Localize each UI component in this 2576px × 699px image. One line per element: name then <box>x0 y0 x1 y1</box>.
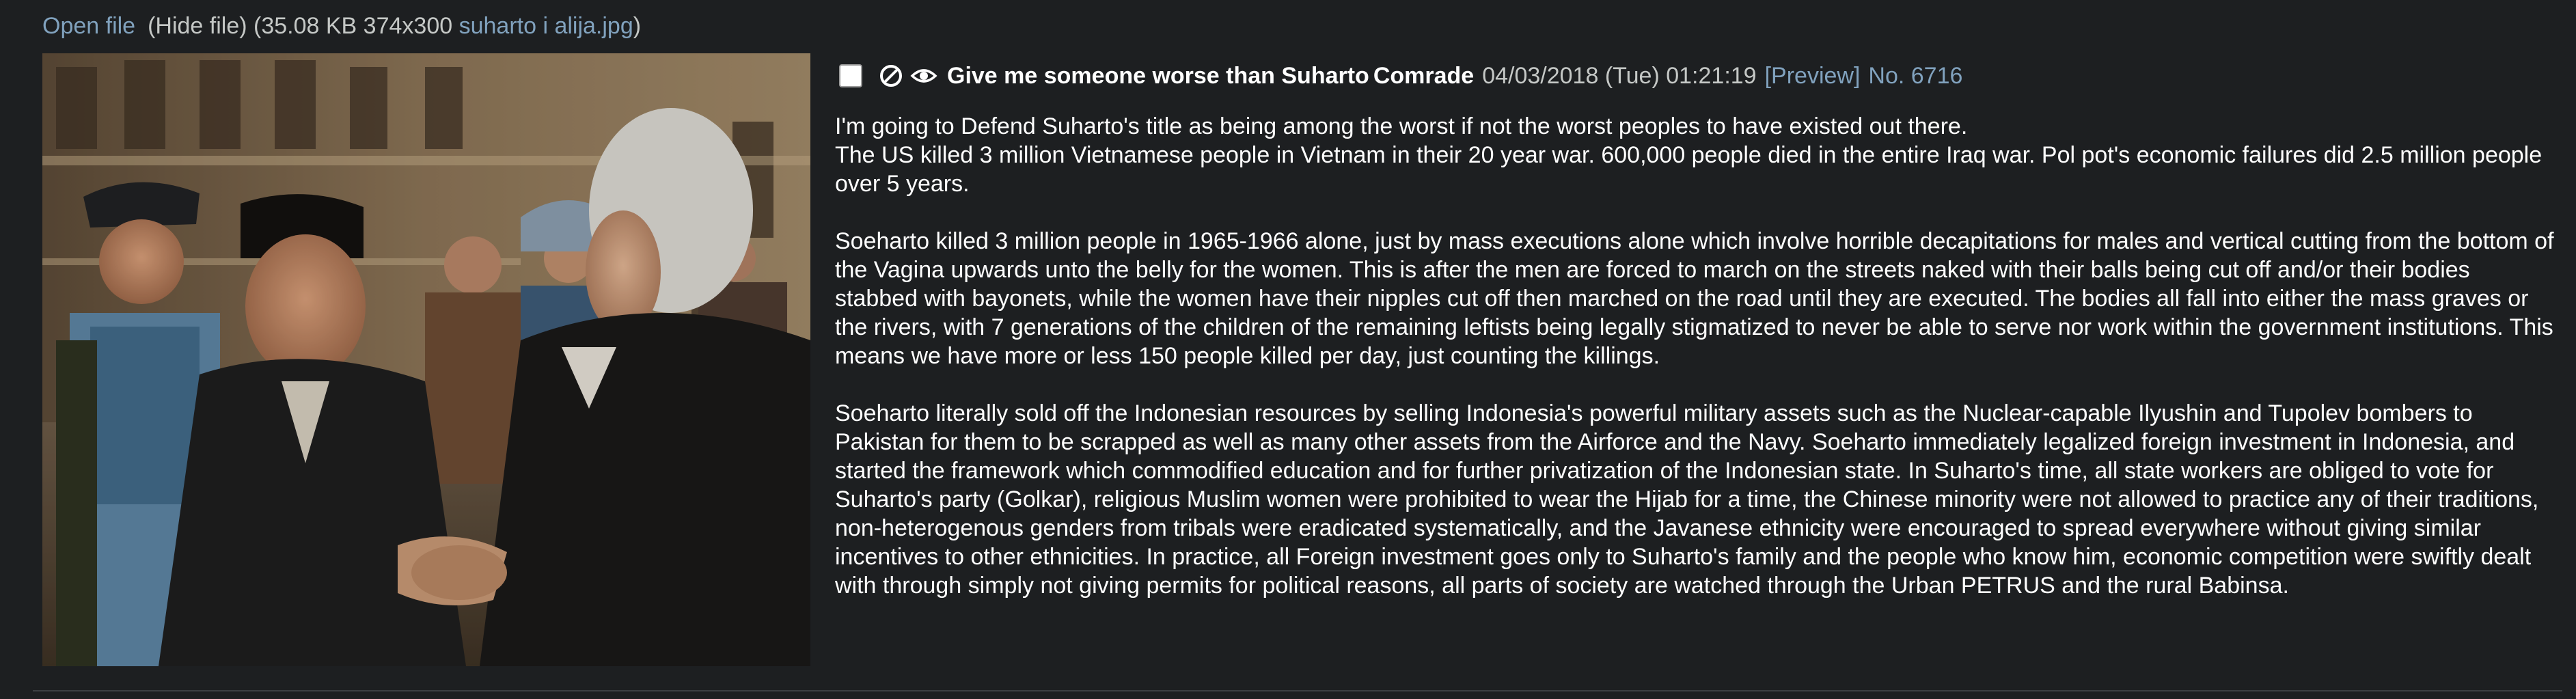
post-paragraph-1: I'm going to Defend Suharto's title as b… <box>835 113 2543 197</box>
post-paragraph-3: Soeharto literally sold off the Indonesi… <box>835 400 2539 599</box>
post-paragraph-2: Soeharto killed 3 million people in 1965… <box>835 228 2554 369</box>
photo-handshake <box>42 53 810 666</box>
file-meta: (35.08 KB 374x300 <box>254 13 453 39</box>
preview-link[interactable]: [Preview] <box>1765 57 1861 94</box>
open-file-link[interactable]: Open file <box>42 13 135 39</box>
post-subject: Give me someone worse than Suharto <box>947 63 1369 89</box>
post-image-thumbnail[interactable] <box>42 53 810 666</box>
post-body: I'm going to Defend Suharto's title as b… <box>835 112 2557 629</box>
file-info-bar: Open file (Hide file) (35.08 KB 374x300 s… <box>42 8 641 44</box>
post-number-link[interactable]: No. 6716 <box>1868 57 1962 94</box>
hide-icon[interactable] <box>877 62 905 90</box>
file-meta-close: ) <box>633 13 642 39</box>
post-select-checkbox[interactable] <box>839 64 862 87</box>
post-date: 04/03/2018 (Tue) 01:21:19 <box>1482 63 1757 89</box>
hide-file-toggle[interactable]: (Hide file) <box>148 13 247 39</box>
poster-name: Comrade <box>1373 63 1475 89</box>
post-header: Give me someone worse than Suharto Comra… <box>839 57 1962 94</box>
file-name-link[interactable]: suharto i alija.jpg <box>459 13 633 39</box>
post-divider <box>33 690 2562 691</box>
watch-icon[interactable] <box>910 62 937 90</box>
